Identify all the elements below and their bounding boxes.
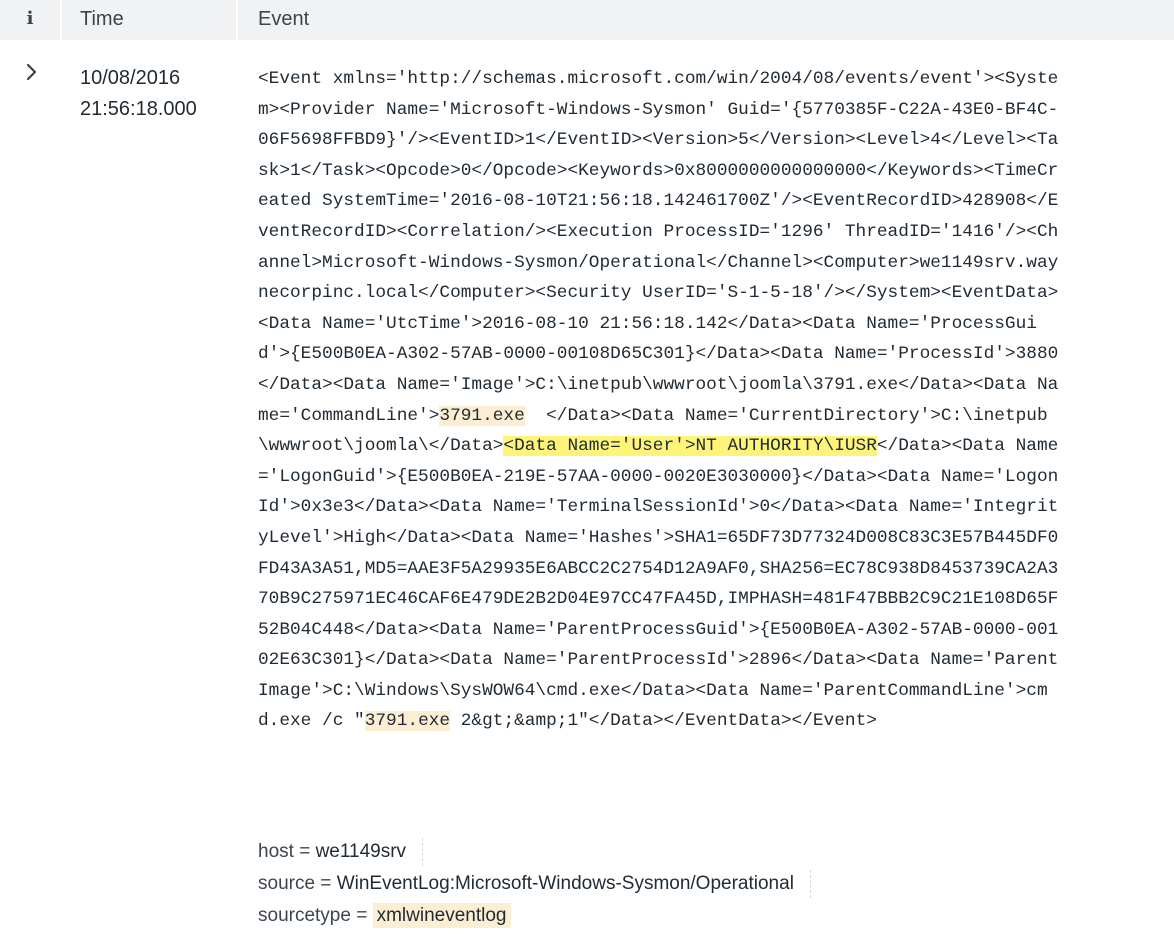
column-divider[interactable] bbox=[236, 0, 238, 40]
raw-text: ='LogonGuid'>{E500B0EA-219E-57AA-0000-00… bbox=[258, 466, 1059, 487]
raw-line: yLevel'>High</Data><Data Name='Hashes'>S… bbox=[258, 523, 1158, 554]
table-header: i Time Event bbox=[0, 0, 1174, 40]
highlighted-user-text[interactable]: <Data Name='User'>NT AUTHORITY\IUSR bbox=[503, 436, 877, 457]
raw-text: me='CommandLine'> bbox=[258, 405, 440, 426]
raw-text: </Data><Data Name='CurrentDirectory'>C:\… bbox=[524, 405, 1048, 426]
raw-text: Image'>C:\Windows\SysWOW64\cmd.exe</Data… bbox=[258, 680, 1048, 701]
raw-text: <Data Name='UtcTime'>2016-08-10 21:56:18… bbox=[258, 313, 1037, 334]
raw-text: d.exe /c " bbox=[258, 711, 365, 732]
raw-text: eated SystemTime='2016-08-10T21:56:18.14… bbox=[258, 191, 1059, 212]
raw-text: yLevel'>High</Data><Data Name='Hashes'>S… bbox=[258, 527, 1059, 548]
raw-text: ventRecordID><Correlation/><Execution Pr… bbox=[258, 221, 1059, 242]
raw-line: Image'>C:\Windows\SysWOW64\cmd.exe</Data… bbox=[258, 676, 1158, 707]
raw-line: ventRecordID><Correlation/><Execution Pr… bbox=[258, 217, 1158, 248]
raw-line: 52B04C448</Data><Data Name='ParentProces… bbox=[258, 615, 1158, 646]
raw-text: sk>1</Task><Opcode>0</Opcode><Keywords>0… bbox=[258, 160, 1059, 181]
chevron-right-icon bbox=[26, 63, 37, 81]
raw-line: sk>1</Task><Opcode>0</Opcode><Keywords>0… bbox=[258, 156, 1158, 187]
raw-text: necorpinc.local</Computer><Security User… bbox=[258, 283, 1059, 304]
info-column-header[interactable]: i bbox=[0, 0, 60, 40]
raw-text: 2&gt;&amp;1"</Data></EventData></Event> bbox=[450, 711, 877, 732]
field-value[interactable]: xmlwineventlog bbox=[372, 903, 511, 928]
raw-event-text[interactable]: <Event xmlns='http://schemas.microsoft.c… bbox=[258, 64, 1158, 737]
field-row-host: host = we1149srv bbox=[258, 836, 811, 868]
raw-text: m><Provider Name='Microsoft-Windows-Sysm… bbox=[258, 99, 1059, 120]
field-divider bbox=[809, 869, 811, 898]
raw-line: ='LogonGuid'>{E500B0EA-219E-57AA-0000-00… bbox=[258, 462, 1158, 493]
event-column-header[interactable]: Event bbox=[258, 0, 309, 40]
raw-text: Id'>0x3e3</Data><Data Name='TerminalSess… bbox=[258, 497, 1059, 518]
raw-text: \wwwroot\joomla\</Data> bbox=[258, 436, 504, 457]
field-row-sourcetype: sourcetype = xmlwineventlog bbox=[258, 900, 811, 932]
raw-line: annel>Microsoft-Windows-Sysmon/Operation… bbox=[258, 248, 1158, 279]
raw-line: d.exe /c "3791.exe 2&gt;&amp;1"</Data></… bbox=[258, 706, 1158, 737]
raw-text: d'>{E500B0EA-A302-57AB-0000-00108D65C301… bbox=[258, 344, 1059, 365]
raw-text: 52B04C448</Data><Data Name='ParentProces… bbox=[258, 619, 1059, 640]
raw-line: FD43A3A51,MD5=AAE3F5A29935E6ABCC2C2754D1… bbox=[258, 554, 1158, 585]
raw-line: <Event xmlns='http://schemas.microsoft.c… bbox=[258, 64, 1158, 95]
raw-text: 06F5698FFBD9}'/><EventID>1</EventID><Ver… bbox=[258, 130, 1059, 151]
raw-line: </Data><Data Name='Image'>C:\inetpub\www… bbox=[258, 370, 1158, 401]
raw-text: annel>Microsoft-Windows-Sysmon/Operation… bbox=[258, 252, 1059, 273]
field-key: source bbox=[258, 873, 316, 894]
field-equals: = bbox=[315, 873, 337, 894]
raw-line: 06F5698FFBD9}'/><EventID>1</EventID><Ver… bbox=[258, 125, 1158, 156]
event-clock: 21:56:18.000 bbox=[80, 98, 197, 120]
column-divider[interactable] bbox=[60, 0, 62, 40]
raw-line: eated SystemTime='2016-08-10T21:56:18.14… bbox=[258, 186, 1158, 217]
expand-row-button[interactable] bbox=[22, 60, 42, 84]
field-key: host bbox=[258, 841, 294, 862]
field-value[interactable]: WinEventLog:Microsoft-Windows-Sysmon/Ope… bbox=[337, 873, 794, 894]
field-key: sourcetype bbox=[258, 905, 351, 926]
event-date: 10/08/2016 bbox=[80, 67, 181, 89]
raw-text: 70B9C275971EC46CAF6E479DE2B2D04E97CC47FA… bbox=[258, 589, 1059, 610]
raw-line: Id'>0x3e3</Data><Data Name='TerminalSess… bbox=[258, 492, 1158, 523]
raw-line: \wwwroot\joomla\</Data><Data Name='User'… bbox=[258, 431, 1158, 462]
field-equals: = bbox=[293, 841, 316, 862]
time-column-header[interactable]: Time bbox=[80, 0, 124, 40]
field-value[interactable]: we1149srv bbox=[316, 841, 406, 862]
event-fields: host = we1149srv source = WinEventLog:Mic… bbox=[258, 836, 811, 932]
raw-line: <Data Name='UtcTime'>2016-08-10 21:56:18… bbox=[258, 309, 1158, 340]
field-equals: = bbox=[350, 905, 373, 926]
raw-line: m><Provider Name='Microsoft-Windows-Sysm… bbox=[258, 95, 1158, 126]
highlighted-search-term[interactable]: 3791.exe bbox=[439, 405, 525, 426]
event-time[interactable]: 10/08/2016 21:56:18.000 bbox=[80, 63, 197, 125]
raw-line: me='CommandLine'>3791.exe </Data><Data N… bbox=[258, 401, 1158, 432]
field-divider bbox=[422, 837, 424, 866]
raw-text: </Data><Data Name='Image'>C:\inetpub\www… bbox=[258, 374, 1059, 395]
raw-text: 02E63C301}</Data><Data Name='ParentProce… bbox=[258, 650, 1059, 671]
raw-line: 02E63C301}</Data><Data Name='ParentProce… bbox=[258, 645, 1158, 676]
raw-text: FD43A3A51,MD5=AAE3F5A29935E6ABCC2C2754D1… bbox=[258, 558, 1059, 579]
raw-text: </Data><Data Name bbox=[876, 436, 1059, 457]
raw-line: 70B9C275971EC46CAF6E479DE2B2D04E97CC47FA… bbox=[258, 584, 1158, 615]
highlighted-search-term[interactable]: 3791.exe bbox=[364, 711, 451, 732]
raw-line: d'>{E500B0EA-A302-57AB-0000-00108D65C301… bbox=[258, 339, 1158, 370]
field-row-source: source = WinEventLog:Microsoft-Windows-S… bbox=[258, 868, 811, 900]
raw-text: <Event xmlns='http://schemas.microsoft.c… bbox=[258, 69, 1059, 89]
raw-line: necorpinc.local</Computer><Security User… bbox=[258, 278, 1158, 309]
